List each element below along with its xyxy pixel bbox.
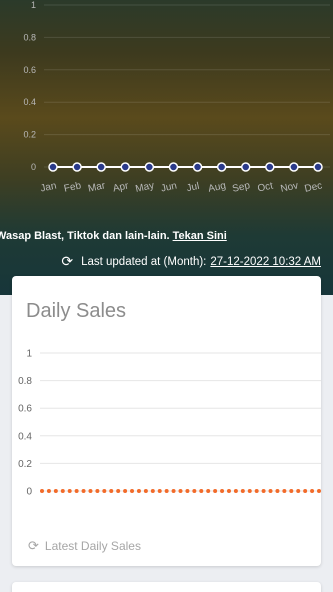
data-point — [185, 489, 190, 493]
data-point — [130, 489, 135, 493]
card-footer-label: Latest Daily Sales — [44, 539, 141, 553]
data-point — [233, 489, 238, 493]
y-tick-label: 0.2 — [23, 130, 36, 140]
data-point — [74, 489, 79, 493]
y-tick-label: 0.2 — [18, 459, 32, 470]
data-point — [199, 489, 204, 493]
data-point — [206, 489, 211, 493]
data-point — [282, 489, 287, 493]
data-point — [226, 489, 231, 493]
x-tick-label: Feb — [63, 180, 83, 194]
data-point — [72, 162, 82, 172]
data-point — [216, 162, 227, 172]
data-point — [88, 489, 93, 493]
y-tick-label: 0.4 — [18, 431, 32, 442]
data-point — [150, 489, 155, 493]
data-point — [102, 489, 107, 493]
x-tick-label: Aug — [207, 180, 227, 194]
data-point — [136, 489, 141, 493]
data-point — [313, 162, 323, 172]
promo-link[interactable]: Tekan Sini — [173, 230, 227, 242]
data-point — [46, 489, 51, 493]
data-point — [240, 162, 251, 172]
next-card — [12, 582, 321, 592]
data-point — [116, 489, 121, 493]
daily-sales-chart: 0 0.2 0.4 0.6 0.8 1 — [18, 349, 321, 498]
data-point — [178, 489, 183, 493]
data-point — [268, 489, 273, 493]
promo-banner: Wasap Blast, Tiktok dan lain-lain. Tekan … — [0, 230, 333, 242]
data-point — [275, 489, 280, 493]
data-point — [261, 489, 266, 493]
data-point — [67, 489, 72, 493]
data-point — [40, 489, 44, 493]
data-point — [95, 489, 100, 493]
data-point — [144, 162, 155, 172]
data-point — [317, 489, 321, 493]
data-point — [220, 489, 225, 493]
y-tick-label: 0.6 — [18, 404, 32, 415]
promo-text: Wasap Blast, Tiktok dan lain-lain. — [0, 230, 170, 242]
x-tick-label: Jun — [160, 180, 178, 194]
x-tick-label: Jan — [39, 180, 57, 194]
data-point — [109, 489, 114, 493]
data-point — [143, 489, 148, 493]
data-point — [254, 489, 259, 493]
data-point — [310, 489, 315, 493]
data-point — [123, 489, 128, 493]
data-point — [120, 162, 131, 172]
y-tick-label: 0.4 — [23, 97, 36, 107]
last-updated: ⟳ Last updated at (Month): 27-12-2022 10… — [61, 253, 321, 270]
data-point — [213, 489, 218, 493]
data-point — [192, 489, 197, 493]
data-point — [96, 162, 106, 172]
x-tick-label: Dec — [304, 180, 324, 194]
data-point — [265, 162, 275, 172]
data-point — [164, 489, 169, 493]
data-point — [157, 489, 162, 493]
y-tick-label: 0.8 — [23, 32, 36, 42]
data-point — [296, 489, 301, 493]
data-point — [192, 162, 203, 172]
card-footer: ⟳ Latest Daily Sales — [28, 538, 141, 554]
data-point — [289, 162, 299, 172]
last-updated-timestamp[interactable]: 27-12-2022 10:32 AM — [210, 256, 321, 268]
data-point — [81, 489, 86, 493]
data-point — [289, 489, 294, 493]
last-updated-label: Last updated at (Month): — [81, 255, 207, 268]
x-tick-label: Nov — [280, 180, 300, 194]
x-tick-label: Jul — [186, 181, 201, 194]
data-point — [171, 489, 176, 493]
x-tick-label: May — [134, 180, 155, 195]
y-tick-label: 0 — [31, 162, 36, 172]
x-tick-label: Apr — [112, 180, 130, 194]
monthly-sales-chart: 0 0.2 0.4 0.6 0.8 1 Jan Feb Mar Apr May Jun Jul Aug Se… — [23, 0, 330, 195]
data-point — [48, 162, 58, 172]
x-tick-label: Oct — [257, 181, 275, 195]
data-point — [303, 489, 308, 493]
data-point — [240, 489, 245, 493]
y-tick-label: 1 — [26, 349, 32, 360]
refresh-icon[interactable]: ⟳ — [28, 538, 39, 554]
x-tick-label: Sep — [231, 180, 251, 195]
daily-sales-card: Daily Sales 0 0.2 0.4 0.6 0.8 1 ⟳ Latest Dail… — [12, 276, 321, 566]
data-point — [247, 489, 252, 493]
y-tick-label: 0.6 — [23, 65, 36, 75]
y-tick-label: 0 — [26, 487, 32, 498]
data-point — [168, 162, 179, 172]
refresh-icon[interactable]: ⟳ — [61, 253, 73, 270]
monthly-sales-panel: 0 0.2 0.4 0.6 0.8 1 Jan Feb Mar Apr May Jun Jul Aug Se… — [0, 0, 333, 295]
x-tick-label: Mar — [87, 180, 107, 194]
y-tick-label: 1 — [31, 0, 36, 10]
y-tick-label: 0.8 — [18, 376, 32, 387]
data-point — [53, 489, 58, 493]
data-point — [60, 489, 65, 493]
